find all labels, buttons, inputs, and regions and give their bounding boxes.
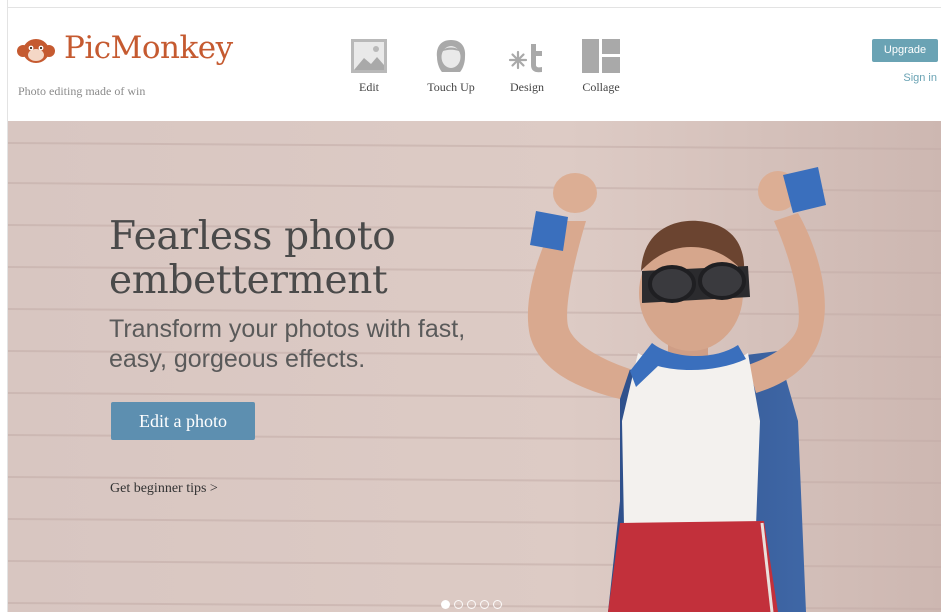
monkey-logo-icon — [17, 39, 55, 63]
edit-photo-button[interactable]: Edit a photo — [111, 402, 255, 440]
nav-touch-up[interactable]: Touch Up — [415, 38, 487, 95]
hero-banner: Fearless photo embetterment Transform yo… — [8, 121, 941, 612]
hero-title: Fearless photo embetterment — [109, 214, 396, 303]
picmonkey-logo[interactable]: PicMonkey Photo editing made of win — [16, 30, 233, 110]
beginner-tips-link[interactable]: Get beginner tips > — [110, 481, 218, 497]
carousel-dot-1[interactable] — [441, 600, 450, 609]
upgrade-button[interactable]: Upgrade — [872, 39, 938, 62]
nav-design[interactable]: Design — [499, 38, 555, 95]
sign-in-link[interactable]: Sign in — [903, 72, 937, 84]
nav-collage[interactable]: Collage — [573, 38, 629, 95]
nav-design-label: Design — [510, 80, 544, 94]
nav-touch-up-label: Touch Up — [427, 80, 475, 94]
image-icon — [351, 39, 387, 73]
nav-edit[interactable]: Edit — [347, 38, 391, 95]
window-left-border — [0, 0, 8, 612]
face-icon — [436, 40, 466, 72]
carousel-dot-4[interactable] — [480, 600, 489, 609]
collage-icon — [582, 39, 620, 73]
hero-subtitle: Transform your photos with fast, easy, g… — [109, 315, 466, 373]
nav-collage-label: Collage — [582, 80, 620, 94]
carousel-dot-3[interactable] — [467, 600, 476, 609]
window-top-border — [0, 0, 941, 8]
nav-edit-label: Edit — [359, 80, 379, 94]
design-icon — [508, 44, 542, 73]
logo-wordmark: PicMonkey — [64, 30, 233, 66]
carousel-dot-5[interactable] — [493, 600, 502, 609]
carousel-dot-2[interactable] — [454, 600, 463, 609]
logo-tagline: Photo editing made of win — [18, 84, 146, 98]
site-header: PicMonkey Photo editing made of win Edit… — [8, 8, 941, 121]
